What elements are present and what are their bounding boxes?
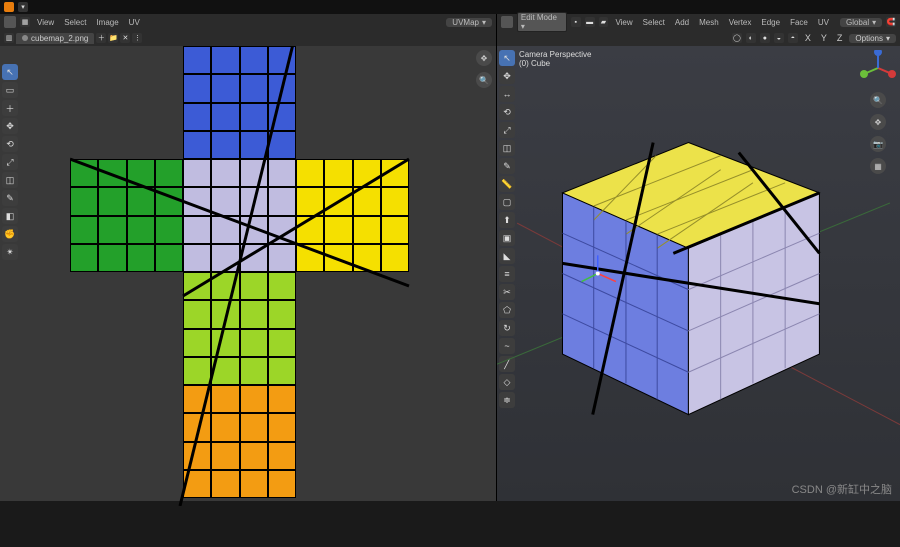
sel-vert-icon[interactable]: ▪ <box>571 17 581 27</box>
wire-shade-icon[interactable]: ◐ <box>746 33 756 43</box>
overlay-toggle-icon[interactable]: ◯ <box>732 33 742 43</box>
uv-editor-header: ▦ View Select Image UV UVMap▾ <box>0 14 496 30</box>
uv-canvas[interactable]: ↖ ▭ ＋ ✥ ⟲ ⤢ ◫ ✎ ◧ ✊ ✴ ✥ 🔍 <box>0 46 496 501</box>
viewport-editor-icon[interactable] <box>501 16 513 28</box>
orientation-dropdown[interactable]: Global▾ <box>840 18 882 27</box>
tool-rotate[interactable]: ⟲ <box>2 136 18 152</box>
axis-x[interactable]: X <box>802 33 814 43</box>
render-shade-icon[interactable]: ◓ <box>788 33 798 43</box>
menu-view[interactable]: View <box>34 18 57 27</box>
v-menu-mesh[interactable]: Mesh <box>696 18 722 27</box>
tool-grab[interactable]: ✊ <box>2 226 18 242</box>
watermark: CSDN @新缸中之脑 <box>792 481 892 497</box>
axis-z[interactable]: Z <box>834 33 846 43</box>
uv-face-top <box>183 46 296 159</box>
v-menu-vertex[interactable]: Vertex <box>726 18 755 27</box>
sel-edge-icon[interactable]: ▬ <box>585 17 595 27</box>
sel-face-icon[interactable]: ▰ <box>599 17 609 27</box>
pan-icon[interactable]: ✥ <box>870 114 886 130</box>
uv-toolbar: ↖ ▭ ＋ ✥ ⟲ ⤢ ◫ ✎ ◧ ✊ ✴ <box>2 64 18 260</box>
uv-face-right <box>296 159 409 272</box>
tool-select-box[interactable]: ▭ <box>2 82 18 98</box>
image-browse-icon[interactable]: ▥ <box>4 33 14 43</box>
tool-move[interactable]: ✥ <box>2 118 18 134</box>
viewport-right-icons: 🔍 ✥ 📷 ▦ <box>860 50 896 174</box>
v-menu-face[interactable]: Face <box>787 18 811 27</box>
uvmap-label: UVMap <box>452 18 479 27</box>
options-dropdown[interactable]: Options▾ <box>849 34 896 43</box>
viewport-secondary-header: ◯ ◐ ● ◒ ◓ X Y Z Options▾ <box>497 30 900 46</box>
image-dot-icon <box>22 35 28 41</box>
v-menu-select[interactable]: Select <box>640 18 668 27</box>
viewport-header: Edit Mode ▾ ▪ ▬ ▰ View Select Add Mesh V… <box>497 14 900 30</box>
menu-uv[interactable]: UV <box>126 18 143 27</box>
blender-icon <box>4 2 14 12</box>
v-menu-add[interactable]: Add <box>672 18 692 27</box>
v-menu-view[interactable]: View <box>612 18 635 27</box>
v-menu-uv[interactable]: UV <box>815 18 832 27</box>
uvmap-dropdown[interactable]: UVMap▾ <box>446 18 492 27</box>
camera-icon[interactable]: 📷 <box>870 136 886 152</box>
tool-annotate[interactable]: ✎ <box>2 190 18 206</box>
zoom-icon[interactable]: 🔍 <box>870 92 886 108</box>
uv-face-front <box>183 159 296 272</box>
editor-type-icon[interactable] <box>4 16 16 28</box>
tool-transform[interactable]: ◫ <box>2 172 18 188</box>
snap-icon[interactable]: 🧲 <box>886 17 896 27</box>
v-menu-edge[interactable]: Edge <box>758 18 783 27</box>
pin-image-icon[interactable]: ✕ <box>120 33 130 43</box>
axis-y[interactable]: Y <box>818 33 830 43</box>
uv-zoom-icon[interactable]: 🔍 <box>476 72 492 88</box>
uv-image-tabbar: ▥ cubemap_2.png ＋ 📁 ✕ ⋮ <box>0 30 496 46</box>
cube-render <box>497 46 900 501</box>
tool-scale[interactable]: ⤢ <box>2 154 18 170</box>
app-topbar: ▾ <box>0 0 900 14</box>
mode-dropdown[interactable]: Edit Mode ▾ <box>517 12 567 32</box>
persp-toggle-icon[interactable]: ▦ <box>870 158 886 174</box>
uv-right-icons: ✥ 🔍 <box>476 50 492 88</box>
split-panes: ▦ View Select Image UV UVMap▾ ▥ cubemap_… <box>0 14 900 501</box>
uv-nav-icon[interactable]: ✥ <box>476 50 492 66</box>
topbar-square-icon[interactable]: ▾ <box>18 2 28 12</box>
tool-cursor[interactable]: ↖ <box>2 64 18 80</box>
solid-shade-icon[interactable]: ● <box>760 33 770 43</box>
uv-editor-pane: ▦ View Select Image UV UVMap▾ ▥ cubemap_… <box>0 14 497 501</box>
uv-mode-icon[interactable]: ▦ <box>20 17 30 27</box>
uv-layout <box>70 46 410 547</box>
uv-face-left <box>70 159 183 272</box>
image-tab[interactable]: cubemap_2.png <box>16 33 94 44</box>
pack-icon[interactable]: ⋮ <box>132 33 142 43</box>
image-tab-label: cubemap_2.png <box>31 34 88 43</box>
tool-pinch[interactable]: ✴ <box>2 244 18 260</box>
viewport-pane: Edit Mode ▾ ▪ ▬ ▰ View Select Add Mesh V… <box>497 14 900 501</box>
uv-face-bottom <box>183 272 296 385</box>
nav-gizmo[interactable] <box>860 50 896 86</box>
menu-select[interactable]: Select <box>61 18 89 27</box>
tool-cursor2[interactable]: ＋ <box>2 100 18 116</box>
matprev-shade-icon[interactable]: ◒ <box>774 33 784 43</box>
menu-image[interactable]: Image <box>93 18 121 27</box>
new-image-icon[interactable]: ＋ <box>96 33 106 43</box>
tool-rip[interactable]: ◧ <box>2 208 18 224</box>
uv-face-back <box>183 385 296 498</box>
open-image-icon[interactable]: 📁 <box>108 33 118 43</box>
viewport-canvas[interactable]: Camera Perspective (0) Cube ↖ ✥ ↔ ⟲ ⤢ ◫ … <box>497 46 900 501</box>
